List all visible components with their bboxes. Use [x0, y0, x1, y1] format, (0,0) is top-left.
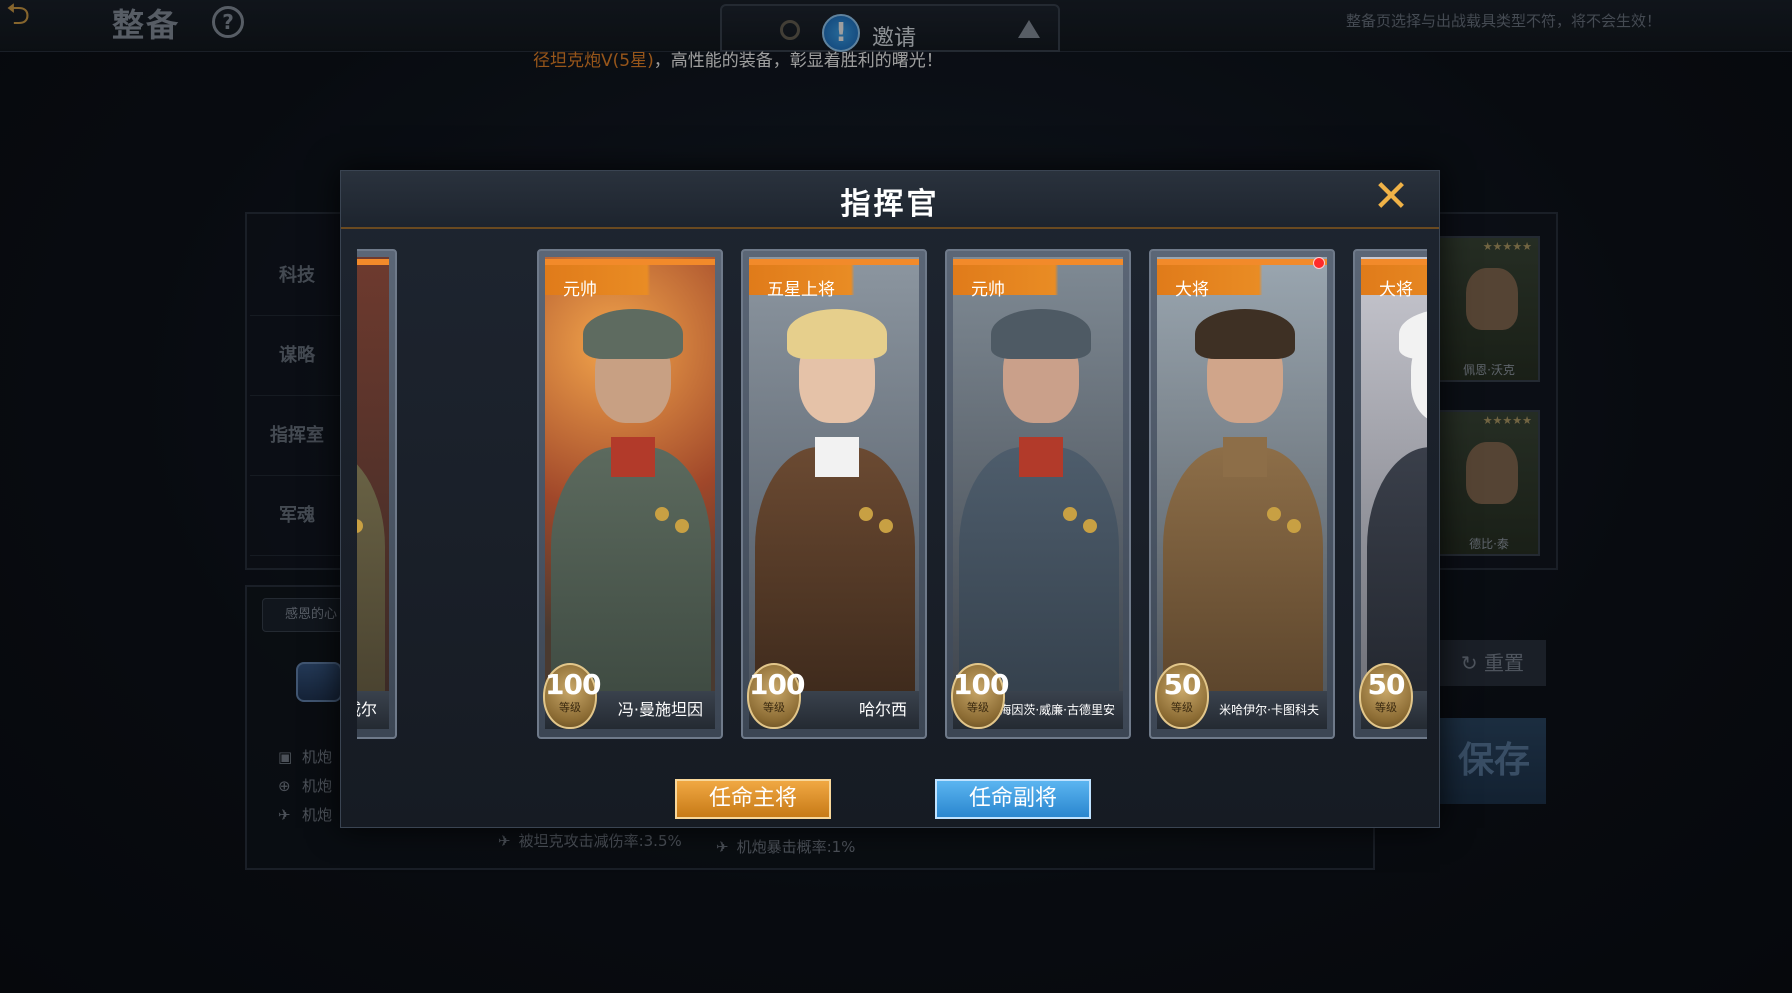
- medal-icon: [1267, 507, 1281, 521]
- medal-icon: [859, 507, 873, 521]
- close-icon[interactable]: ✕: [1371, 175, 1411, 219]
- portrait-cap: [1195, 309, 1295, 359]
- portrait-uniform: [959, 447, 1119, 697]
- rank-banner: 星上将: [357, 259, 389, 295]
- commander-card[interactable]: 大将 50 等级: [1353, 249, 1427, 739]
- medal-icon: [675, 519, 689, 533]
- rank-label: 大将: [1175, 280, 1209, 300]
- rank-banner: 元帅: [953, 259, 1123, 300]
- commander-card[interactable]: 五星上将 哈尔西 100 等级: [741, 249, 927, 739]
- medal-icon: [1063, 507, 1077, 521]
- portrait-collar: [815, 437, 859, 477]
- level-badge: 50 等级: [1359, 663, 1413, 729]
- commander-portrait: [357, 257, 389, 697]
- rank-banner: 大将: [1157, 259, 1327, 300]
- portrait-collar: [611, 437, 655, 477]
- rank-label: 大将: [1379, 280, 1413, 300]
- level-badge: 50 等级: [1155, 663, 1209, 729]
- rank-banner: 元帅: [545, 259, 715, 300]
- commander-card[interactable]: 大将 米哈伊尔·卡图科夫 50 等级: [1149, 249, 1335, 739]
- medal-icon: [655, 507, 669, 521]
- medal-icon: [1287, 519, 1301, 533]
- medal-icon: [879, 519, 893, 533]
- modal-header: 指挥官 ✕: [341, 171, 1439, 229]
- portrait-cap: [583, 309, 683, 359]
- rank-label: 元帅: [563, 280, 597, 300]
- commander-portrait: [545, 257, 715, 697]
- rank-label: 元帅: [971, 280, 1005, 300]
- rank-banner: 五星上将: [749, 259, 919, 300]
- portrait-collar: [1019, 437, 1063, 477]
- commander-modal: 指挥官 ✕ 星上将艾森豪威尔0等级元帅冯·曼施坦因100等级五星上将哈尔西100…: [340, 170, 1440, 828]
- level-badge: 100 等级: [543, 663, 601, 729]
- commander-carousel[interactable]: 星上将艾森豪威尔0等级元帅冯·曼施坦因100等级五星上将哈尔西100等级元帅海因…: [357, 249, 1427, 739]
- appoint-main-button[interactable]: 任命主将: [675, 779, 831, 819]
- portrait-cap: [787, 309, 887, 359]
- appoint-vice-button[interactable]: 任命副将: [935, 779, 1091, 819]
- portrait-cap: [991, 309, 1091, 359]
- commander-portrait: [953, 257, 1123, 697]
- portrait-uniform: [551, 447, 711, 697]
- commander-portrait: [1157, 257, 1327, 697]
- commander-card[interactable]: 元帅 冯·曼施坦因 100 等级: [537, 249, 723, 739]
- commander-name: 艾森豪威尔: [357, 691, 389, 729]
- rank-label: 五星上将: [767, 280, 835, 300]
- level-badge: 100 等级: [951, 663, 1009, 729]
- portrait-uniform: [1163, 447, 1323, 697]
- rank-banner: 大将: [1361, 259, 1427, 300]
- medal-icon: [1083, 519, 1097, 533]
- level-badge: 100 等级: [747, 663, 805, 729]
- commander-card[interactable]: 元帅 海因茨·威廉·古德里安 100 等级: [945, 249, 1131, 739]
- modal-title: 指挥官: [840, 187, 940, 222]
- portrait-uniform: [755, 447, 915, 697]
- portrait-collar: [1223, 437, 1267, 477]
- commander-portrait: [1361, 257, 1427, 697]
- commander-portrait: [749, 257, 919, 697]
- commander-card[interactable]: 星上将艾森豪威尔0等级: [357, 249, 397, 739]
- notification-dot-icon: [1313, 257, 1325, 269]
